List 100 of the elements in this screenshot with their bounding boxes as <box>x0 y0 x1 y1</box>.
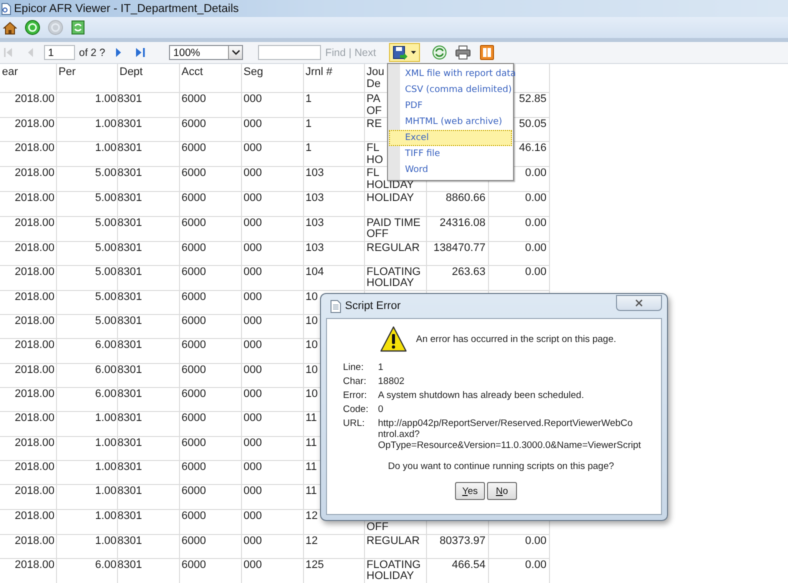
url-value: http://app042p/ReportServer/Reserved.ReportViewerWebCo ntrol.axd? OpType=Resource&Version=11.0.3000.0&Name=ViewerScript <box>378 418 642 451</box>
yes-button[interactable]: Yes <box>455 482 485 500</box>
table-cell: 6.00 <box>56 338 117 364</box>
table-cell: 0.00 <box>488 558 549 583</box>
table-cell: 8301 <box>117 166 179 192</box>
warning-icon <box>380 326 407 352</box>
table-cell: 2018.00 <box>0 460 56 485</box>
table-cell: 2018.00 <box>0 290 56 315</box>
table-cell: 000 <box>241 290 303 315</box>
close-button[interactable] <box>616 295 662 311</box>
table-cell: 1.00 <box>56 509 117 534</box>
column-header: ear <box>0 64 56 92</box>
table-cell: 8301 <box>117 265 179 290</box>
detail-value: 0 <box>378 404 384 415</box>
window-title: Epicor AFR Viewer - IT_Department_Details <box>14 2 239 14</box>
page-layout-icon[interactable] <box>480 45 494 60</box>
table-cell: 1.00 <box>56 534 117 558</box>
table-cell: 000 <box>241 338 303 364</box>
table-cell: 000 <box>241 192 303 216</box>
table-cell: 5.00 <box>56 241 117 266</box>
page-field[interactable]: 1 <box>44 45 75 60</box>
table-cell: 1.00 <box>56 412 117 436</box>
table-cell: 2018.00 <box>0 192 56 216</box>
table-cell: 5.00 <box>56 192 117 216</box>
table-cell: 2018.00 <box>0 509 56 534</box>
table-cell: 8301 <box>117 192 179 216</box>
no-button[interactable]: No <box>487 482 517 500</box>
column-header: Dept <box>117 64 179 92</box>
table-cell: 0.00 <box>488 216 549 242</box>
table-cell: 8301 <box>117 290 179 315</box>
table-cell: 2018.00 <box>0 412 56 436</box>
table-cell: 8301 <box>117 118 179 142</box>
table-cell: 6000 <box>179 241 241 266</box>
table-cell: REGULAR <box>364 534 426 558</box>
detail-value: 18802 <box>378 376 406 387</box>
table-cell: 6000 <box>179 460 241 485</box>
table-cell: 2018.00 <box>0 142 56 167</box>
refresh-icon[interactable] <box>71 20 85 35</box>
table-cell: 8301 <box>117 388 179 412</box>
error-message: An error has occurred in the script on this page. <box>416 334 616 344</box>
table-cell: 103 <box>303 192 364 216</box>
home-icon[interactable] <box>3 20 17 34</box>
table-cell: 2018.00 <box>0 241 56 266</box>
table-cell: 000 <box>241 484 303 510</box>
table-cell: 000 <box>241 142 303 167</box>
table-cell: 1 <box>303 92 364 118</box>
detail-label: Line: <box>343 362 365 373</box>
app-icon <box>1 2 11 14</box>
refresh-icon[interactable] <box>432 45 448 60</box>
table-cell: 000 <box>241 166 303 192</box>
table-cell: 000 <box>241 314 303 339</box>
column-header: Jrnl # <box>303 64 364 92</box>
table-cell: 138470.77 <box>426 241 488 266</box>
table-cell: 8301 <box>117 509 179 534</box>
link-separator: | <box>348 46 352 58</box>
page-count: of 2 ? <box>79 46 106 58</box>
table-cell: 5.00 <box>56 166 117 192</box>
table-cell: 000 <box>241 363 303 388</box>
table-cell: 466.54 <box>426 558 488 583</box>
table-cell: 1 <box>303 118 364 142</box>
go-icon[interactable] <box>25 20 40 35</box>
table-cell: 8301 <box>117 484 179 510</box>
menu-item[interactable]: Excel <box>389 130 512 146</box>
column-header: Per <box>56 64 117 92</box>
zoom-dropdown[interactable]: 100% <box>169 45 244 60</box>
table-cell: PAID TIME OFF <box>364 216 426 242</box>
table-cell: 1.00 <box>56 92 117 118</box>
table-cell: 1.00 <box>56 436 117 460</box>
export-button[interactable] <box>389 43 420 62</box>
table-cell: 8860.66 <box>426 192 488 216</box>
find-field[interactable] <box>258 45 322 60</box>
table-cell: 8301 <box>117 436 179 460</box>
table-cell: 000 <box>241 412 303 436</box>
table-cell: 12 <box>303 534 364 558</box>
table-cell: 000 <box>241 509 303 534</box>
table-cell: 8301 <box>117 363 179 388</box>
table-cell: 8301 <box>117 534 179 558</box>
table-cell: 103 <box>303 216 364 242</box>
table-cell: 8301 <box>117 558 179 583</box>
table-cell: 5.00 <box>56 290 117 315</box>
next-page-icon[interactable] <box>115 47 122 58</box>
table-cell: 6000 <box>179 436 241 460</box>
table-cell: 6000 <box>179 338 241 364</box>
print-icon[interactable] <box>455 45 472 60</box>
table-cell: 8301 <box>117 314 179 339</box>
table-cell: 6000 <box>179 363 241 388</box>
close-icon <box>635 299 643 307</box>
table-cell: 6000 <box>179 166 241 192</box>
table-cell: 6000 <box>179 216 241 242</box>
table-cell: FLOATING HOLIDAY <box>364 265 426 290</box>
table-cell: 2018.00 <box>0 484 56 510</box>
table-cell: 2018.00 <box>0 558 56 583</box>
table-cell: 6000 <box>179 118 241 142</box>
column-header: Acct <box>179 64 241 92</box>
column-header: Seg <box>241 64 303 92</box>
table-cell: REGULAR <box>364 241 426 266</box>
last-page-icon[interactable] <box>135 47 146 58</box>
table-cell: 2018.00 <box>0 534 56 558</box>
table-cell: 24316.08 <box>426 216 488 242</box>
table-cell: 6.00 <box>56 388 117 412</box>
